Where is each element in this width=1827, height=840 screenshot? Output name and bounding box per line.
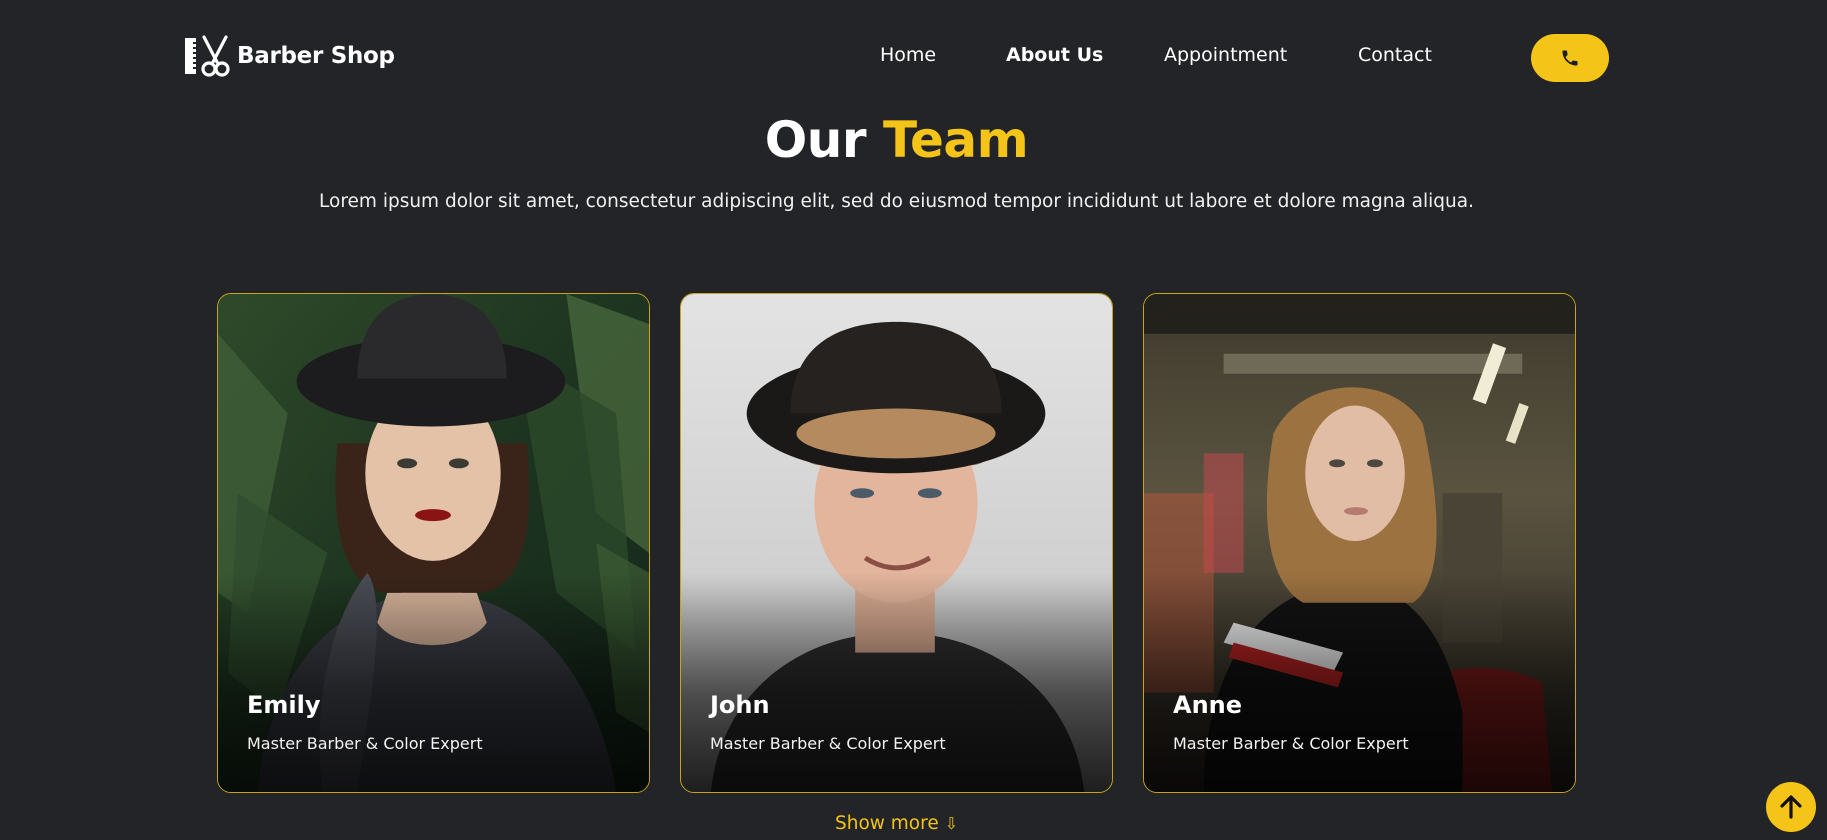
down-arrow-icon: ⇩: [944, 814, 959, 833]
call-button[interactable]: [1531, 34, 1609, 82]
member-name: Anne: [1173, 691, 1243, 719]
card-overlay: [1144, 572, 1575, 792]
card-overlay: [681, 572, 1112, 792]
member-role: Master Barber & Color Expert: [1173, 734, 1409, 753]
team-card-john[interactable]: John Master Barber & Color Expert: [680, 293, 1113, 793]
show-more-label: Show more: [834, 813, 939, 834]
site-header: Barber Shop Home About Us Appointment Co…: [0, 0, 1827, 110]
member-role: Master Barber & Color Expert: [710, 734, 946, 753]
team-card-emily[interactable]: Emily Master Barber & Color Expert: [217, 293, 650, 793]
arrow-up-icon: [1780, 795, 1802, 819]
member-name: Emily: [247, 691, 321, 719]
nav-item-appointment[interactable]: Appointment: [1164, 44, 1287, 66]
card-overlay: [218, 572, 649, 792]
section-title-accent: Team: [882, 111, 1029, 169]
show-more-link[interactable]: Show more ⇩: [0, 812, 1793, 836]
section-title: Our Team: [0, 108, 1793, 172]
nav-item-home[interactable]: Home: [880, 44, 936, 66]
section-subtitle: Lorem ipsum dolor sit amet, consectetur …: [319, 191, 1474, 212]
back-to-top-button[interactable]: [1766, 782, 1816, 832]
member-name: John: [710, 691, 770, 719]
nav-item-contact[interactable]: Contact: [1358, 44, 1432, 66]
nav-item-about-us[interactable]: About Us: [1006, 44, 1103, 66]
section-title-plain: Our: [764, 111, 867, 169]
phone-icon: [1562, 50, 1578, 66]
member-role: Master Barber & Color Expert: [247, 734, 483, 753]
team-card-anne[interactable]: Anne Master Barber & Color Expert: [1143, 293, 1576, 793]
